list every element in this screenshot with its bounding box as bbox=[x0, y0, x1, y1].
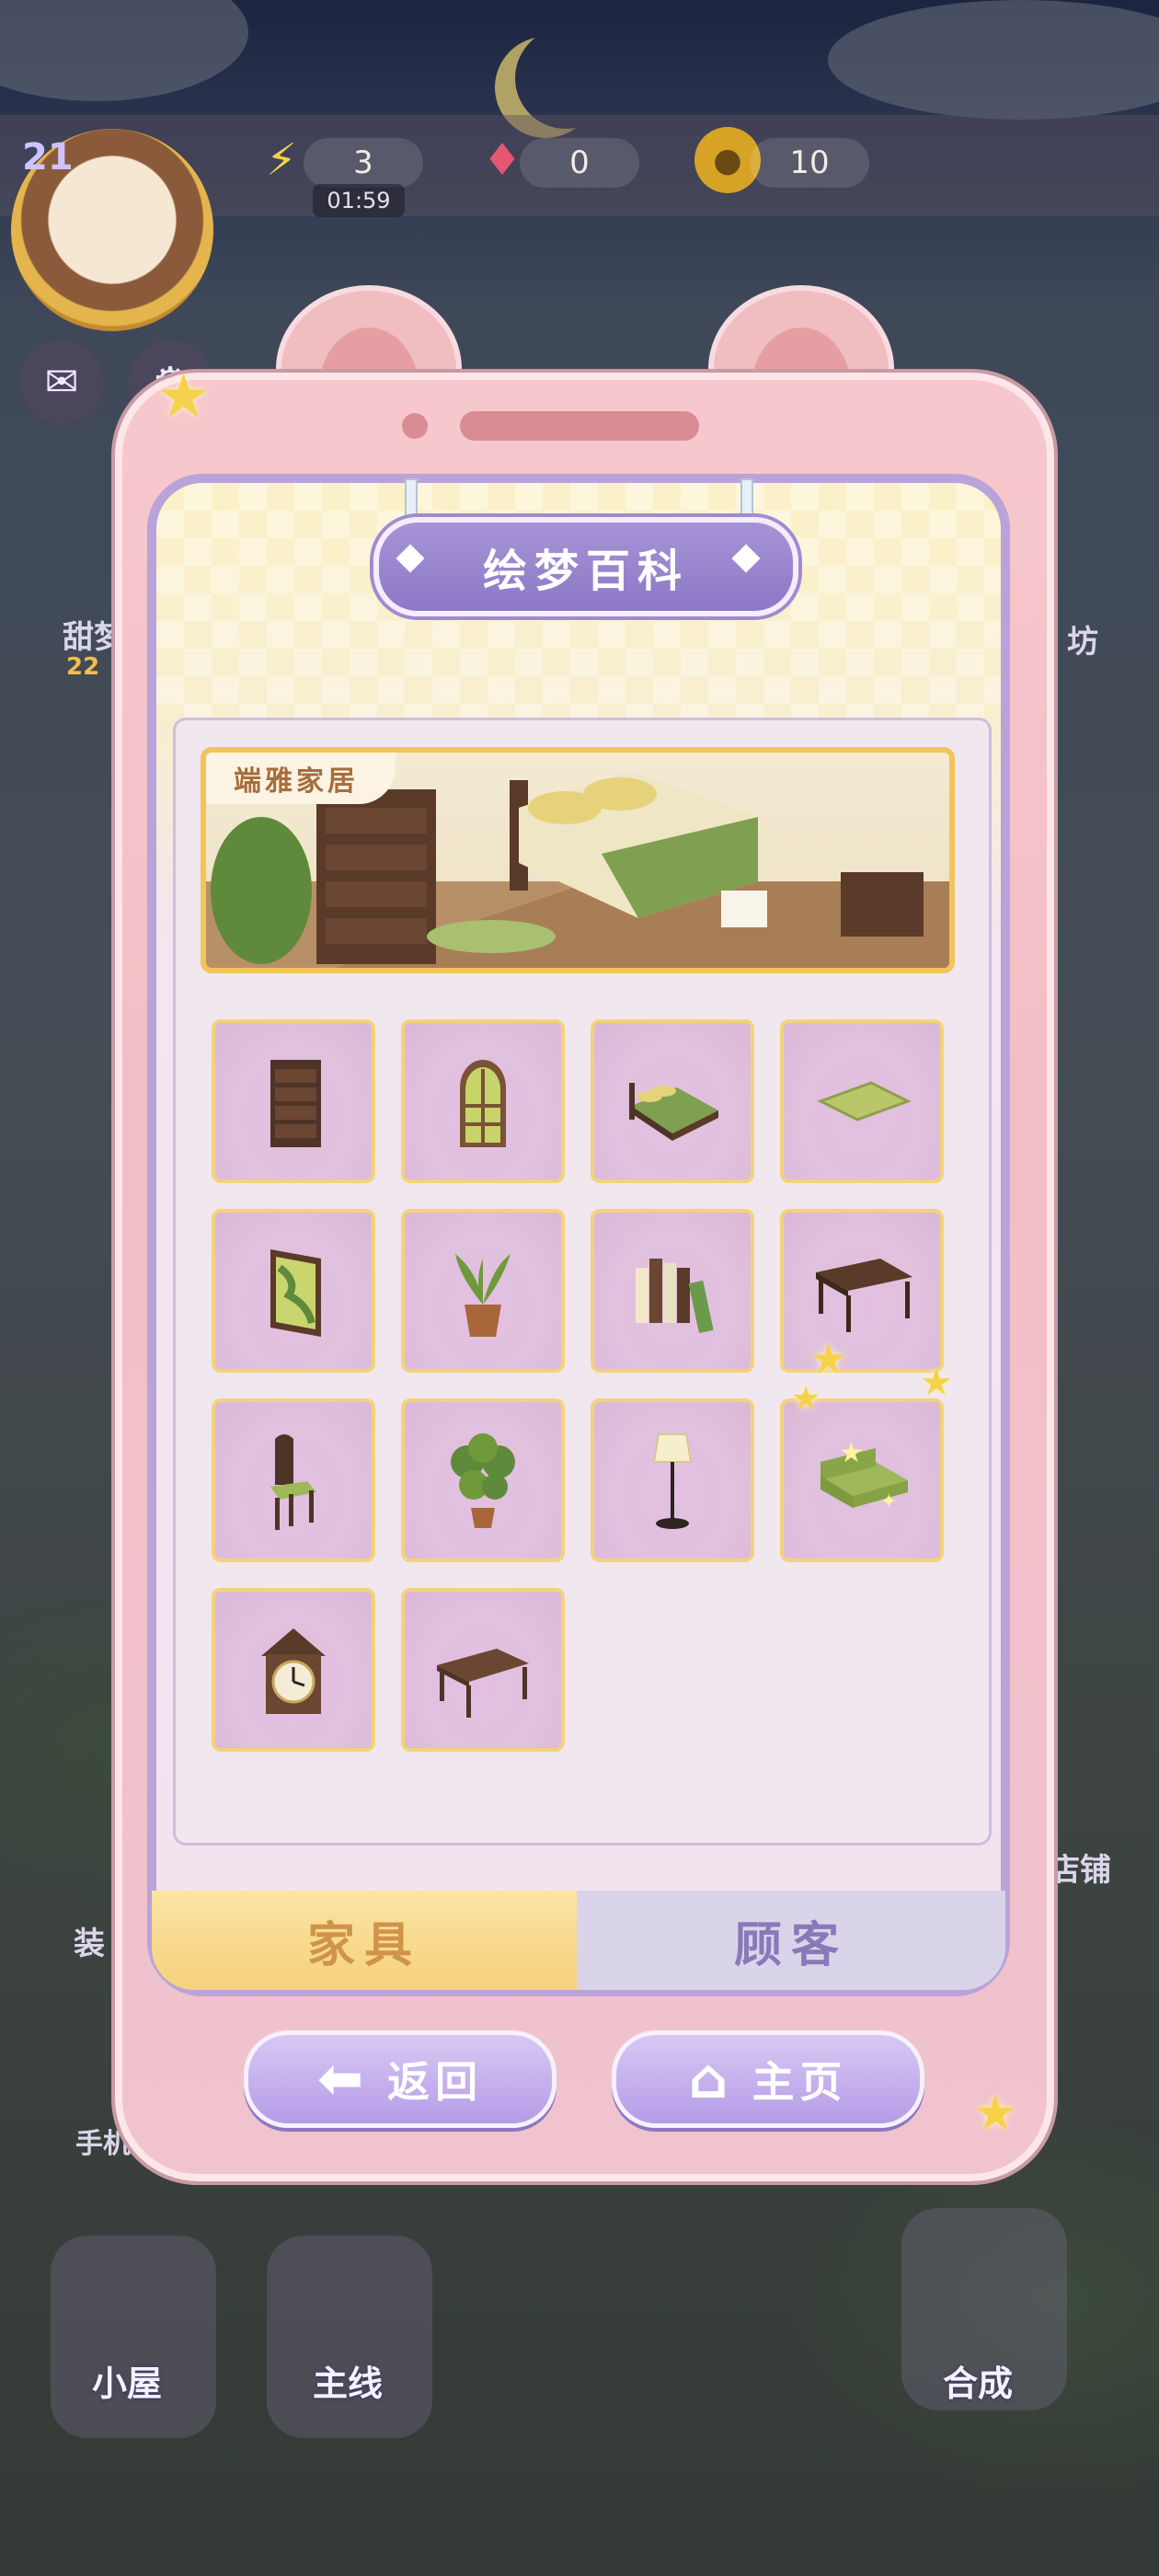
new-item-sparkle-icon: ★ bbox=[920, 1362, 953, 1404]
item-slot-dresser[interactable] bbox=[212, 1019, 375, 1183]
item-slot-arched-window[interactable] bbox=[401, 1019, 565, 1183]
new-item-sparkle-icon: ★ bbox=[809, 1334, 848, 1384]
banner-theme-label: 端雅家居 bbox=[206, 753, 396, 804]
chair-icon bbox=[270, 1434, 316, 1530]
item-slot-potted-plant[interactable] bbox=[401, 1209, 565, 1373]
back-arrow-icon: ⬅ bbox=[316, 2047, 370, 2111]
side-label: 装 bbox=[74, 1926, 105, 1962]
home-icon: ⌂ bbox=[688, 2047, 734, 2111]
nav-merge-label: 合成 bbox=[943, 2363, 1014, 2404]
back-button-label: 返回 bbox=[387, 2057, 484, 2107]
item-slot-books[interactable] bbox=[591, 1209, 754, 1373]
item-slot-monstera[interactable] bbox=[401, 1398, 565, 1562]
table-icon bbox=[437, 1649, 529, 1718]
window-icon bbox=[460, 1060, 506, 1147]
encyclopedia-title: 绘梦百科 bbox=[373, 517, 798, 616]
desk-icon bbox=[816, 1259, 912, 1332]
moon-icon bbox=[515, 28, 616, 129]
nav-house-button[interactable] bbox=[51, 2236, 216, 2438]
item-slot-chair[interactable] bbox=[212, 1398, 375, 1562]
item-slot-clock[interactable] bbox=[212, 1588, 375, 1752]
side-label: 坊 bbox=[1067, 624, 1098, 661]
coin-counter: 10 bbox=[750, 138, 869, 188]
books-icon bbox=[636, 1259, 714, 1334]
side-label: 22 bbox=[66, 653, 100, 681]
bed-icon bbox=[629, 1083, 718, 1141]
item-slot-bed[interactable] bbox=[591, 1019, 754, 1183]
nav-mainline-label: 主线 bbox=[313, 2363, 384, 2404]
phone-camera bbox=[402, 413, 428, 439]
monstera-icon bbox=[451, 1433, 515, 1528]
clock-icon bbox=[261, 1628, 326, 1714]
category-tabs: 家具 顾客 bbox=[152, 1891, 1005, 1990]
painting-icon bbox=[270, 1249, 321, 1337]
home-button-label: 主页 bbox=[752, 2057, 848, 2107]
gem-counter: 0 bbox=[520, 138, 639, 188]
item-slot-painting[interactable] bbox=[212, 1209, 375, 1373]
item-slot-floor-lamp[interactable] bbox=[591, 1398, 754, 1562]
tab-furniture[interactable]: 家具 bbox=[152, 1891, 577, 1990]
tab-customers[interactable]: 顾客 bbox=[577, 1891, 1005, 1990]
star-icon: ★ bbox=[973, 2084, 1018, 2142]
item-slot-rug[interactable] bbox=[780, 1019, 944, 1183]
dresser-icon bbox=[270, 1060, 321, 1147]
plant-icon bbox=[455, 1254, 511, 1337]
back-button[interactable]: ⬅ 返回 bbox=[244, 2030, 557, 2128]
nav-house-label: 小屋 bbox=[92, 2363, 163, 2404]
home-button[interactable]: ⌂ 主页 bbox=[612, 2030, 924, 2128]
rug-icon bbox=[817, 1081, 912, 1121]
sofa-icon: ★✦ bbox=[820, 1437, 908, 1513]
svg-text:✦: ✦ bbox=[880, 1490, 897, 1513]
svg-text:★: ★ bbox=[839, 1437, 864, 1469]
phone-speaker bbox=[460, 411, 699, 441]
energy-counter: 3 bbox=[304, 138, 423, 188]
mail-icon[interactable]: ✉ bbox=[20, 340, 103, 423]
item-slot-coffee-table[interactable] bbox=[401, 1588, 565, 1752]
item-slot-desk[interactable] bbox=[780, 1209, 944, 1373]
player-level: 21 bbox=[22, 136, 74, 178]
nav-mainline-button[interactable] bbox=[267, 2236, 432, 2438]
energy-timer: 01:59 bbox=[313, 184, 405, 217]
collection-banner: 端雅家居 bbox=[201, 747, 955, 973]
item-slot-sofa-new[interactable]: ★ ✦ bbox=[780, 1398, 944, 1562]
lamp-icon bbox=[652, 1433, 693, 1529]
star-icon: ★ bbox=[156, 361, 212, 431]
new-item-sparkle-icon: ★ bbox=[791, 1380, 821, 1418]
side-label: 店铺 bbox=[1049, 1852, 1111, 1889]
